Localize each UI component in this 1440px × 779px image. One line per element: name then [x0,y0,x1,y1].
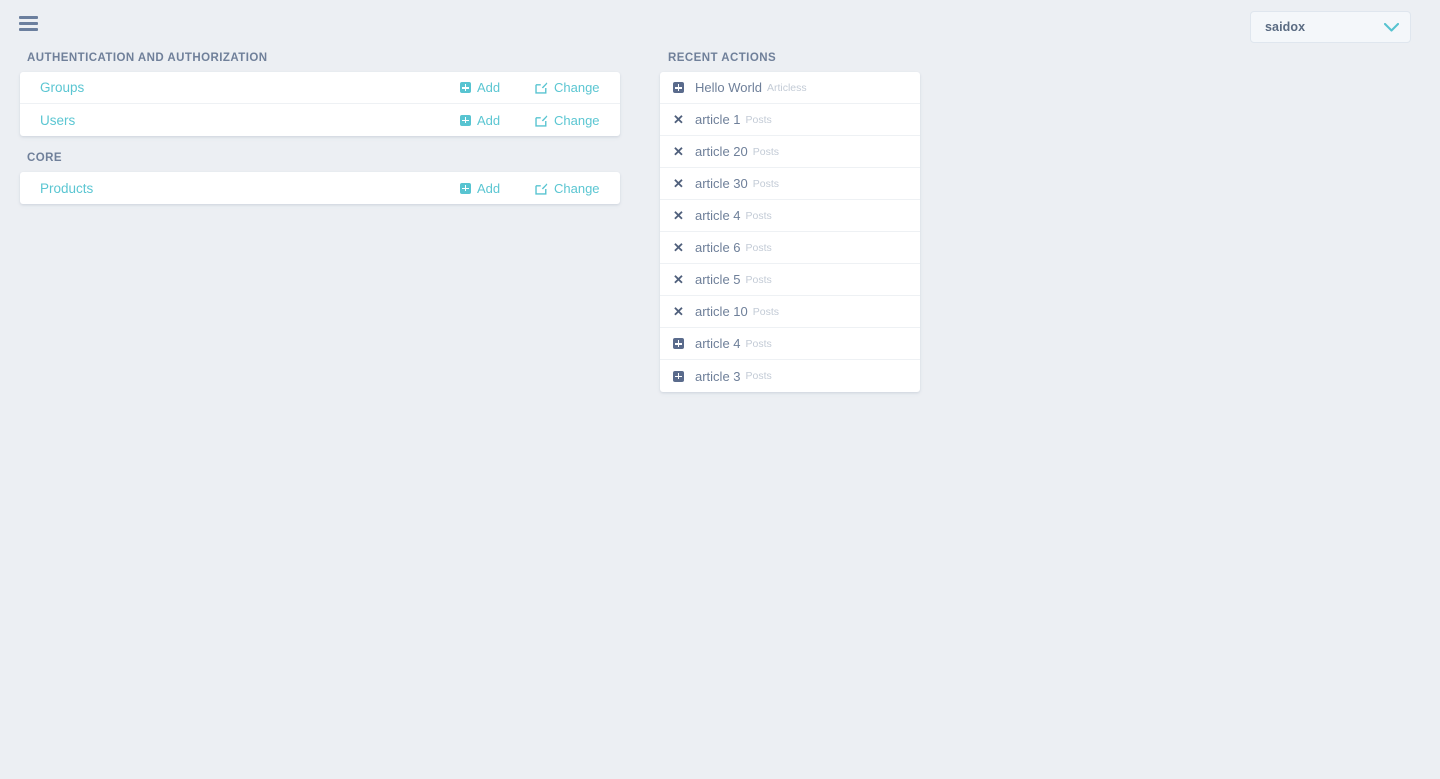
recent-action-model: Posts [745,273,772,286]
model-link[interactable]: Groups [40,80,460,95]
change-label: Change [554,112,600,128]
model-row: Groups Add Change [20,72,620,104]
add-label: Add [477,80,501,95]
recent-action-model: Posts [752,145,780,158]
close-icon: ✕ [673,144,684,159]
app-section-card: Groups Add Change Users Add Change [20,72,620,136]
recent-action-link[interactable]: article 5 [695,272,741,287]
recent-action-model: Posts [745,241,772,254]
recent-action-row: ✕ article 20 Posts [660,136,920,168]
recent-action-row: ✕ article 6 Posts [660,232,920,264]
user-menu-dropdown[interactable]: saidox [1250,11,1411,43]
model-row: Users Add Change [20,104,620,136]
top-bar: saidox [0,0,1440,52]
recent-action-row: ✕ article 1 Posts [660,104,920,136]
app-section-card: Products Add Change [20,172,620,204]
add-link[interactable]: Add [460,181,535,196]
add-label: Add [477,180,501,196]
recent-action-link[interactable]: article 10 [695,304,748,319]
hamburger-bar [19,22,38,25]
recent-action-link[interactable]: article 1 [695,112,741,127]
recent-action-row: ✕ article 4 Posts [660,200,920,232]
recent-action-link[interactable]: article 20 [695,144,748,159]
recent-action-row: ✕ article 30 Posts [660,168,920,200]
recent-action-model: Posts [745,337,772,350]
recent-action-row: ✕ article 5 Posts [660,264,920,296]
plus-square-icon [673,82,684,93]
hamburger-bar [19,28,38,31]
user-menu-label: saidox [1265,20,1306,34]
plus-square-icon [673,370,684,382]
recent-action-link[interactable]: article 4 [695,336,741,351]
recent-action-row: Hello World Articless [660,72,920,104]
recent-action-icon: ✕ [673,273,687,286]
close-icon: ✕ [673,304,684,319]
recent-action-icon: ✕ [673,305,687,318]
change-link[interactable]: Change [535,181,620,196]
plus-square-icon [673,338,684,349]
model-actions: Add Change [460,80,620,95]
recent-action-icon [673,338,687,349]
edit-pencil-icon [535,82,548,94]
edit-pencil-icon [535,182,548,195]
recent-action-icon: ✕ [673,177,687,190]
model-actions: Add Change [460,113,620,128]
recent-action-link[interactable]: article 3 [695,369,741,384]
recent-action-row: article 3 Posts [660,360,920,392]
recent-action-model: Posts [745,113,772,126]
recent-actions-card: Hello World Articless ✕ article 1 Posts ✕ arti… [660,72,920,392]
app-list-column: AUTHENTICATION AND AUTHORIZATION Groups Ad… [20,52,620,220]
change-link[interactable]: Change [535,80,620,95]
recent-action-icon: ✕ [673,209,687,222]
recent-actions-title: RECENT ACTIONS [668,52,777,64]
close-icon: ✕ [673,176,684,191]
add-link[interactable]: Add [460,113,535,128]
model-link[interactable]: Products [40,181,460,196]
recent-action-icon: ✕ [673,145,687,158]
recent-action-row: ✕ article 10 Posts [660,296,920,328]
recent-action-link[interactable]: article 30 [695,176,748,191]
recent-action-model: Posts [745,209,772,222]
recent-action-icon [673,82,687,93]
hamburger-bar [19,16,38,19]
close-icon: ✕ [673,208,684,223]
recent-action-model: Posts [752,177,780,190]
app-section-title: CORE [27,152,63,164]
recent-action-model: Posts [752,305,780,318]
hamburger-icon[interactable] [19,16,38,31]
recent-action-link[interactable]: Hello World [695,80,762,95]
recent-action-model: Posts [745,370,772,382]
plus-square-icon [460,182,471,194]
change-link[interactable]: Change [535,113,620,128]
model-row: Products Add Change [20,172,620,204]
close-icon: ✕ [673,112,684,127]
plus-square-icon [460,114,471,126]
recent-action-link[interactable]: article 6 [695,240,741,255]
recent-action-icon: ✕ [673,113,687,126]
recent-action-link[interactable]: article 4 [695,208,741,223]
add-link[interactable]: Add [460,80,535,95]
recent-action-model: Articless [766,81,807,94]
chevron-down-icon [1384,22,1399,32]
recent-action-icon [673,370,687,382]
add-label: Add [477,112,501,128]
recent-action-icon: ✕ [673,241,687,254]
recent-actions-column: RECENT ACTIONS Hello World Articless ✕ arti… [660,52,920,408]
close-icon: ✕ [673,240,684,255]
change-label: Change [554,180,600,196]
change-label: Change [554,80,600,95]
model-actions: Add Change [460,181,620,196]
plus-square-icon [460,82,471,93]
edit-pencil-icon [535,114,548,127]
recent-action-row: article 4 Posts [660,328,920,360]
model-link[interactable]: Users [40,113,460,128]
close-icon: ✕ [673,272,684,287]
app-section-title: AUTHENTICATION AND AUTHORIZATION [27,52,268,64]
